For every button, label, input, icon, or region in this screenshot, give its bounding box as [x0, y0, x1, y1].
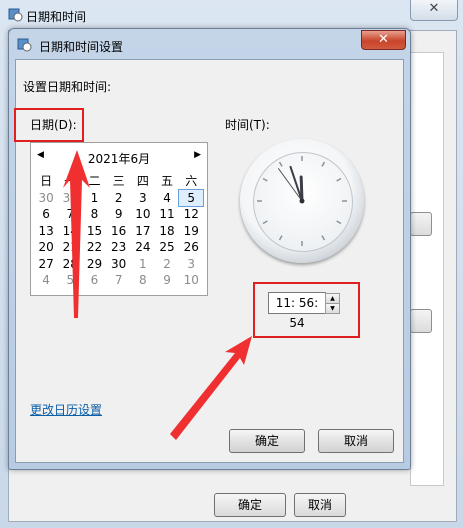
calendar-day[interactable]: 12: [179, 206, 203, 223]
calendar-day-selected[interactable]: 5: [178, 188, 205, 207]
weekday-header: 四: [136, 174, 149, 188]
calendar-day[interactable]: 13: [34, 223, 58, 240]
calendar-day[interactable]: 25: [155, 239, 179, 256]
calendar-day[interactable]: 16: [107, 223, 131, 240]
clock-center: [299, 198, 305, 204]
weekday-header: 日: [40, 174, 53, 188]
calendar-day[interactable]: 6: [34, 206, 58, 223]
highlight-box-date: [14, 108, 84, 142]
clock-tick: [278, 161, 283, 167]
date-time-app-icon: [8, 8, 23, 22]
calendar-day[interactable]: 30: [107, 256, 131, 273]
outer-close-button[interactable]: ✕: [410, 0, 458, 21]
weekday-header: 六: [185, 174, 198, 188]
clock-tick: [321, 235, 326, 241]
calendar-day[interactable]: 8: [131, 272, 155, 289]
cancel-button[interactable]: 取消: [318, 429, 394, 453]
calendar-day-grid: 日一二三四五六 30 31 1 2 3 4 5 6 7 8 9 10 11 12 13 14 15 16 17 18 19…: [34, 173, 205, 289]
time-input[interactable]: 11: 56: 54: [268, 292, 326, 330]
calendar-day[interactable]: 10: [179, 272, 203, 289]
background-button[interactable]: [410, 309, 432, 333]
calendar-day[interactable]: 29: [82, 256, 106, 273]
calendar-day[interactable]: 3: [179, 256, 203, 273]
calendar-day[interactable]: 6: [82, 272, 106, 289]
calendar-month-header[interactable]: 2021年6月: [31, 150, 207, 167]
clock-tick: [278, 235, 283, 241]
calendar-day[interactable]: 7: [107, 272, 131, 289]
outer-ok-button[interactable]: 确定: [214, 493, 286, 517]
time-spin-down-button[interactable]: ▼: [325, 303, 340, 314]
outer-window-title: 日期和时间: [26, 10, 87, 24]
clock-tick: [336, 177, 342, 182]
close-icon: ✕: [428, 1, 440, 16]
calendar-day[interactable]: 26: [179, 239, 203, 256]
calendar-day[interactable]: 19: [179, 223, 203, 240]
set-date-time-label: 设置日期和时间:: [23, 80, 112, 94]
weekday-header: 一: [64, 174, 77, 188]
background-button[interactable]: [410, 212, 432, 236]
calendar-day[interactable]: 3: [131, 190, 155, 207]
calendar-day[interactable]: 15: [82, 223, 106, 240]
calendar-day[interactable]: 31: [58, 190, 82, 207]
calendar-day[interactable]: 2: [155, 256, 179, 273]
ok-button[interactable]: 确定: [229, 429, 305, 453]
calendar: ◀ 2021年6月 ▶ 日一二三四五六 30 31 1 2 3 4 5 6 7 8 9 10 11 12 13…: [30, 142, 208, 296]
dialog-title: 日期和时间设置: [39, 40, 124, 54]
time-label: 时间(T):: [225, 118, 270, 132]
clock-tick: [336, 220, 342, 225]
clock-tick: [262, 220, 268, 225]
calendar-day[interactable]: 4: [34, 272, 58, 289]
change-calendar-settings-link[interactable]: 更改日历设置: [30, 401, 102, 418]
clock-tick: [321, 161, 326, 167]
calendar-day[interactable]: 9: [155, 272, 179, 289]
calendar-day[interactable]: 11: [155, 206, 179, 223]
calendar-day[interactable]: 18: [155, 223, 179, 240]
dialog-close-button[interactable]: ✕: [361, 30, 406, 50]
background-panel: [410, 52, 444, 486]
calendar-day[interactable]: 28: [58, 256, 82, 273]
date-time-settings-icon: [17, 38, 32, 52]
calendar-day[interactable]: 4: [155, 190, 179, 207]
calendar-day[interactable]: 1: [82, 190, 106, 207]
calendar-day[interactable]: 17: [131, 223, 155, 240]
calendar-day[interactable]: 10: [131, 206, 155, 223]
calendar-day[interactable]: 24: [131, 239, 155, 256]
calendar-day[interactable]: 22: [82, 239, 106, 256]
close-icon: ✕: [378, 32, 389, 47]
weekday-header: 二: [88, 174, 101, 188]
calendar-day[interactable]: 8: [82, 206, 106, 223]
calendar-day[interactable]: 23: [107, 239, 131, 256]
calendar-day[interactable]: 5: [58, 272, 82, 289]
calendar-day[interactable]: 9: [107, 206, 131, 223]
weekday-header: 三: [112, 174, 125, 188]
weekday-header: 五: [161, 174, 174, 188]
calendar-day[interactable]: 1: [131, 256, 155, 273]
calendar-day[interactable]: 7: [58, 206, 82, 223]
calendar-next-month-icon[interactable]: ▶: [194, 150, 201, 160]
calendar-day[interactable]: 14: [58, 223, 82, 240]
calendar-day[interactable]: 27: [34, 256, 58, 273]
calendar-day[interactable]: 21: [58, 239, 82, 256]
clock-tick: [262, 177, 268, 182]
outer-cancel-button[interactable]: 取消: [294, 493, 346, 517]
calendar-day[interactable]: 2: [107, 190, 131, 207]
calendar-day[interactable]: 30: [34, 190, 58, 207]
second-hand: [277, 168, 303, 202]
clock-hands: [257, 156, 347, 246]
calendar-day[interactable]: 20: [34, 239, 58, 256]
